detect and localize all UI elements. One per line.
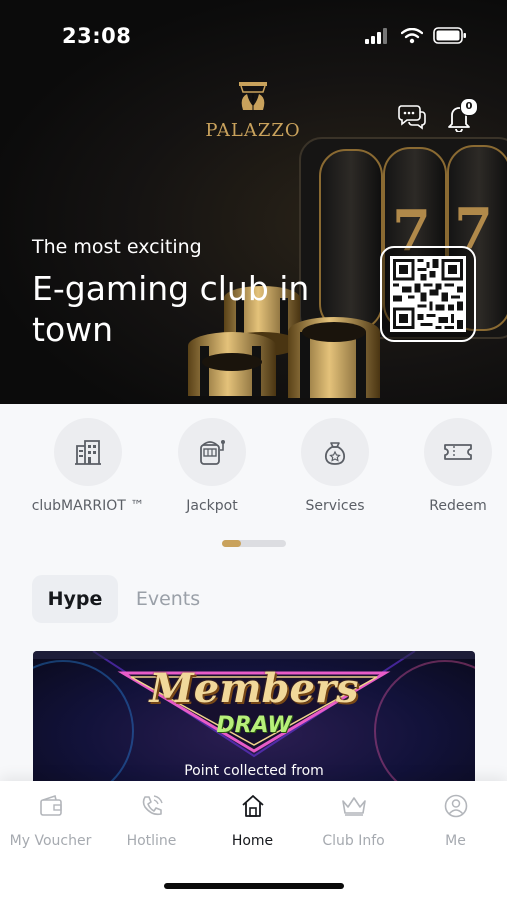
qr-code-button[interactable] [380, 246, 476, 342]
hero-title: E-gaming club in town [32, 269, 310, 349]
slot-machine-icon [200, 440, 225, 465]
home-icon [241, 795, 264, 817]
logo-text: PALAZZO [205, 120, 301, 141]
nav-label: Home [231, 833, 274, 849]
quick-action-label: clubMARRIOT ™ [31, 498, 145, 514]
tab-events[interactable]: Events [126, 575, 210, 623]
nav-club-info[interactable]: Club Info [303, 793, 404, 849]
chat-button[interactable] [396, 100, 428, 132]
nav-me[interactable]: Me [405, 793, 506, 849]
nav-home[interactable]: Home [202, 793, 303, 849]
hero-banner: 7 7 23:08 PALAZZO 0 The most exciting E-… [0, 0, 507, 404]
palazzo-logo: PALAZZO [200, 80, 306, 141]
quick-action-jackpot[interactable]: Jackpot [150, 418, 274, 514]
quick-action-clubmarriot[interactable]: clubMARRIOT ™ [26, 418, 150, 514]
quick-action-circle [178, 418, 246, 486]
quick-action-redeem[interactable]: Redeem [396, 418, 507, 514]
nav-label: Club Info [322, 833, 385, 849]
quick-action-circle [301, 418, 369, 486]
user-icon [444, 794, 467, 818]
status-bar-time: 23:08 [62, 24, 132, 48]
members-draw-banner[interactable]: Members DRAW Point collected from [33, 651, 475, 791]
banner-subheadline: DRAW [216, 713, 292, 738]
status-bar-icons [365, 27, 467, 44]
wifi-icon [401, 27, 423, 43]
quick-action-label: Redeem [429, 498, 487, 514]
nav-label: Hotline [126, 833, 177, 849]
quick-action-label: Services [305, 498, 365, 514]
quick-action-circle [424, 418, 492, 486]
tab-hype[interactable]: Hype [32, 575, 118, 623]
nav-my-voucher[interactable]: My Voucher [0, 793, 101, 849]
crown-icon [341, 797, 366, 816]
battery-icon [433, 27, 466, 44]
quick-action-circle [54, 418, 122, 486]
palazzo-emblem-icon [239, 82, 267, 110]
quick-action-label: Jackpot [186, 498, 238, 514]
nav-label: My Voucher [9, 833, 92, 849]
pager-indicator [222, 540, 242, 547]
wallet-icon [39, 794, 62, 816]
ticket-icon [444, 444, 472, 460]
banner-headline: Members [149, 665, 359, 712]
nav-label: Me [445, 833, 466, 849]
notifications-button[interactable]: 0 [444, 98, 478, 132]
banner-caption: Point collected from [184, 763, 324, 779]
notification-count-badge: 0 [460, 98, 478, 116]
quick-actions: clubMARRIOT ™ Jackpot Services Redeem [0, 404, 507, 574]
chat-bubbles-icon [398, 105, 426, 130]
bag-icon [324, 442, 346, 465]
qr-code-icon [390, 256, 466, 332]
carousel-pager [222, 540, 286, 547]
quick-action-services[interactable]: Services [273, 418, 397, 514]
hero-subtitle: The most exciting [32, 236, 202, 258]
home-indicator [164, 883, 344, 889]
phone-icon [142, 795, 163, 816]
cellular-signal-icon [365, 27, 387, 44]
nav-hotline[interactable]: Hotline [101, 793, 202, 849]
building-icon [75, 440, 101, 465]
